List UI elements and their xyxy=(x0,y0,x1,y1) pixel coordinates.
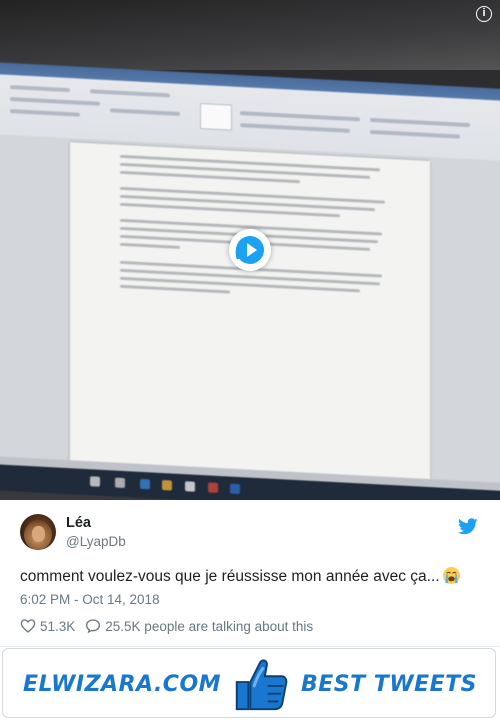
loudly-crying-face-emoji xyxy=(442,566,460,585)
author-name[interactable]: Léa xyxy=(66,515,91,531)
document-workspace xyxy=(0,134,500,492)
talking-count[interactable]: 25.5K people are talking about this xyxy=(105,619,313,634)
author-handle[interactable]: @LyapDb xyxy=(66,534,126,549)
document-page xyxy=(70,142,430,488)
monitor-bezel xyxy=(0,0,500,70)
thumbs-up-icon xyxy=(235,659,288,711)
tweet-text: comment voulez-vous que je réussisse mon… xyxy=(20,566,461,586)
info-icon[interactable]: i xyxy=(476,6,492,22)
tweet-text-content: comment voulez-vous que je réussisse mon… xyxy=(20,568,440,585)
site-name[interactable]: ELWIZARA.COM xyxy=(23,672,221,697)
heart-icon[interactable] xyxy=(20,618,36,634)
banner-tagline: BEST TWEETS xyxy=(301,672,477,697)
like-count[interactable]: 51.3K xyxy=(40,619,75,634)
monitor-screen xyxy=(0,62,500,500)
reply-bubble-icon[interactable] xyxy=(85,618,101,634)
play-icon xyxy=(235,236,264,264)
tweet-timestamp[interactable]: 6:02 PM - Oct 14, 2018 xyxy=(20,592,160,607)
promo-banner: ELWIZARA.COM BEST TWEETS xyxy=(2,648,496,718)
tweet-video[interactable]: i xyxy=(0,0,500,500)
play-button[interactable] xyxy=(229,229,271,271)
tweet-card: Léa @LyapDb comment voulez-vous que je r… xyxy=(0,500,500,647)
engagement-row: 51.3K 25.5K people are talking about thi… xyxy=(20,618,313,634)
twitter-bird-icon[interactable] xyxy=(458,518,478,535)
avatar[interactable] xyxy=(20,514,56,550)
